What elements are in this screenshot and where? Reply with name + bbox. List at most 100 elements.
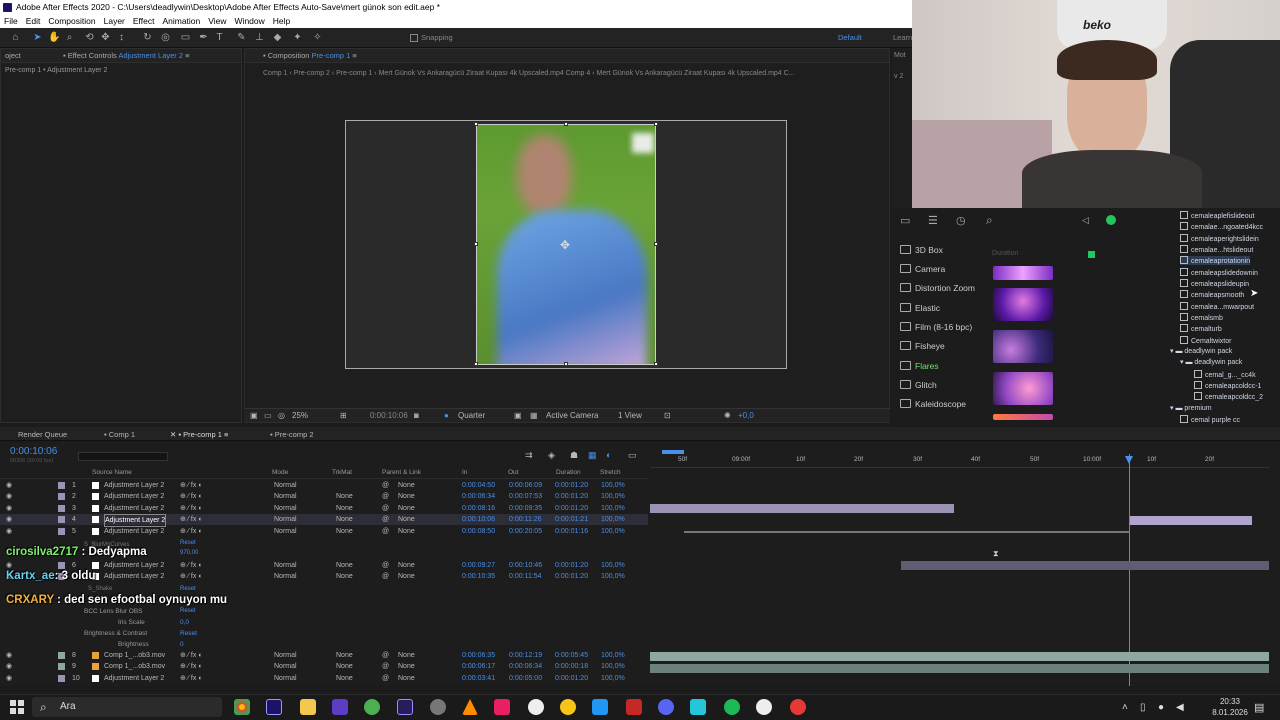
layer-row[interactable]: ◉ 1 Adjustment Layer 2 Normal None 0:00:04:50… (0, 480, 648, 491)
preset-item-selected[interactable]: cemaleaprotationin (1180, 256, 1251, 265)
col-parent[interactable]: Parent & Link (382, 469, 421, 476)
app-icon[interactable] (790, 699, 806, 715)
layer-label-color-icon[interactable] (58, 527, 65, 535)
app-icon[interactable] (592, 699, 608, 715)
layer-row[interactable]: ◉ 4 Adjustment Layer 2 Normal None None 0:00:1… (0, 514, 648, 528)
effect-name[interactable]: Brightness & Contrast (84, 630, 147, 637)
fx-category-flares[interactable]: Flares (900, 361, 939, 371)
effect-name[interactable]: S_Shake (88, 586, 112, 592)
layer-duration[interactable]: 0:00:01:20 (555, 560, 588, 571)
layer-9-bar[interactable] (650, 664, 1269, 673)
layer-parent[interactable]: None (398, 661, 415, 672)
layer-out[interactable]: 0:00:06:09 (509, 480, 542, 491)
after-effects-icon[interactable] (266, 699, 282, 715)
layer-label-color-icon[interactable] (58, 663, 65, 671)
app-icon[interactable] (690, 699, 706, 715)
snapshot-icon[interactable]: ◙ (414, 411, 419, 420)
tab-comp1[interactable]: ▪ Comp 1 (104, 430, 135, 439)
layer-name[interactable]: Adjustment Layer 2 (104, 571, 164, 582)
layer-in[interactable]: 0:00:03:41 (462, 673, 495, 684)
tab-render-queue[interactable]: Render Queue (18, 430, 67, 439)
resolution-dropdown[interactable]: Quarter (458, 411, 485, 420)
layer-8-bar[interactable] (650, 652, 1269, 661)
layer-mode[interactable]: Normal (274, 526, 297, 537)
keyframe-icon[interactable]: ⧗ (993, 549, 999, 559)
effect-controls-tab[interactable]: Effect Controls (68, 51, 117, 60)
home-icon[interactable]: ⌂ (10, 32, 21, 43)
fx-category-distortion-zoom[interactable]: Distortion Zoom (900, 283, 975, 293)
chrome-icon[interactable] (234, 699, 250, 715)
layer-trkmat[interactable]: None (336, 560, 353, 571)
eraser-tool-icon[interactable]: ◆ (272, 32, 283, 43)
transform-handle[interactable] (654, 122, 658, 126)
zoom-dropdown[interactable]: 25% (292, 411, 308, 420)
preset-item[interactable]: cemalturb (1180, 324, 1222, 333)
layer-parent[interactable]: None (398, 650, 415, 661)
transform-handle[interactable] (654, 242, 658, 246)
fx-category-kaleidoscope[interactable]: Kaleidoscope (900, 399, 966, 409)
app-icon[interactable] (756, 699, 772, 715)
breadcrumb-precomp2[interactable]: Pre-comp 2 (294, 70, 330, 77)
layer-3-bar[interactable] (650, 504, 954, 513)
layer-trkmat[interactable]: None (336, 650, 353, 661)
app-icon[interactable] (430, 699, 446, 715)
file-explorer-icon[interactable] (300, 699, 316, 715)
property-value[interactable]: 0,0 (180, 619, 189, 626)
camera-dropdown[interactable]: Active Camera (546, 411, 598, 420)
layer-mode[interactable]: Normal (274, 571, 297, 582)
search-icon[interactable]: ⌕ (986, 213, 993, 228)
layer-row[interactable]: ◉ 8 Comp 1_...ob3.mov Normal None None 0:00:06… (0, 650, 648, 661)
views-dropdown[interactable]: 1 View (618, 411, 642, 420)
layer-switches[interactable]: ⊕ ⁄ fx ◐ (180, 673, 203, 684)
col-source-name[interactable]: Source Name (92, 469, 132, 476)
layer-6-bar[interactable] (901, 561, 1269, 570)
preset-item[interactable]: cemaleapslidedownin (1180, 268, 1258, 277)
layer-name[interactable]: Adjustment Layer 2 (104, 526, 164, 537)
layer-stretch[interactable]: 100,0% (601, 491, 625, 502)
frame-blend-icon[interactable]: ▦ (588, 450, 597, 461)
preset-item[interactable]: cemaleapcoldcc-1 (1194, 381, 1261, 390)
property-name[interactable]: Brightness (118, 641, 149, 648)
col-in[interactable]: In (462, 469, 467, 476)
preset-item[interactable]: cemaleaplefislideout (1180, 211, 1254, 220)
property-value[interactable]: 0 (180, 641, 184, 648)
volume-icon[interactable]: ◁ (1082, 215, 1089, 226)
layer-label-color-icon[interactable] (58, 516, 65, 524)
layer-row[interactable]: ◉ 2 Adjustment Layer 2 Normal None None 0:00:0… (0, 491, 648, 502)
graph-editor-icon[interactable]: ▭ (628, 450, 637, 461)
layer-trkmat[interactable]: None (336, 571, 353, 582)
layer-trkmat[interactable]: None (336, 673, 353, 684)
menu-help[interactable]: Help (269, 16, 294, 26)
layer-out[interactable]: 0:00:10:46 (509, 560, 542, 571)
exposure-icon[interactable]: ✺ (724, 411, 731, 420)
region-icon[interactable]: ▣ (514, 411, 522, 420)
layer-visibility-icon[interactable]: ◉ (6, 526, 12, 537)
preset-item[interactable]: cemal purple cc (1180, 415, 1240, 424)
current-time[interactable]: 0:00:10:06 (370, 411, 408, 420)
layer-duration[interactable]: 0:00:05:45 (555, 650, 588, 661)
layer-parent[interactable]: None (398, 560, 415, 571)
layer-duration[interactable]: 0:00:01:20 (555, 491, 588, 502)
preset-item[interactable]: Cemaltwixtor (1180, 336, 1231, 345)
preset-thumbnail[interactable] (993, 266, 1053, 280)
taskbar-search-input[interactable]: ⌕ Ara (32, 697, 222, 717)
layer-in[interactable]: 0:00:08:50 (462, 526, 495, 537)
layer-search-input[interactable] (78, 452, 168, 461)
layer-label-color-icon[interactable] (58, 652, 65, 659)
layer-visibility-icon[interactable]: ◉ (6, 503, 12, 514)
layer-row[interactable]: ◉ 5 Adjustment Layer 2 Normal None None 0:00:0… (0, 526, 648, 537)
layer-out[interactable]: 0:00:06:34 (509, 661, 542, 672)
layer-visibility-icon[interactable]: ◉ (6, 480, 12, 491)
transform-handle[interactable] (564, 122, 568, 126)
preset-item[interactable]: cemalsmb (1180, 313, 1223, 322)
layer-label-color-icon[interactable] (58, 482, 65, 489)
layer-mode[interactable]: Normal (274, 560, 297, 571)
work-area-bar[interactable] (662, 450, 684, 454)
layer-row[interactable]: ◉ 9 Comp 1_...ob3.mov Normal None None 0:00:06… (0, 661, 648, 672)
rectangle-tool-icon[interactable]: ▭ (180, 32, 191, 43)
layer-switches[interactable]: ⊕ ⁄ fx ◐ (180, 491, 203, 502)
reset-link[interactable]: Reset (180, 586, 196, 592)
preset-thumbnail[interactable] (993, 372, 1053, 405)
history-icon[interactable]: ◷ (956, 214, 966, 227)
app-icon[interactable] (494, 699, 510, 715)
